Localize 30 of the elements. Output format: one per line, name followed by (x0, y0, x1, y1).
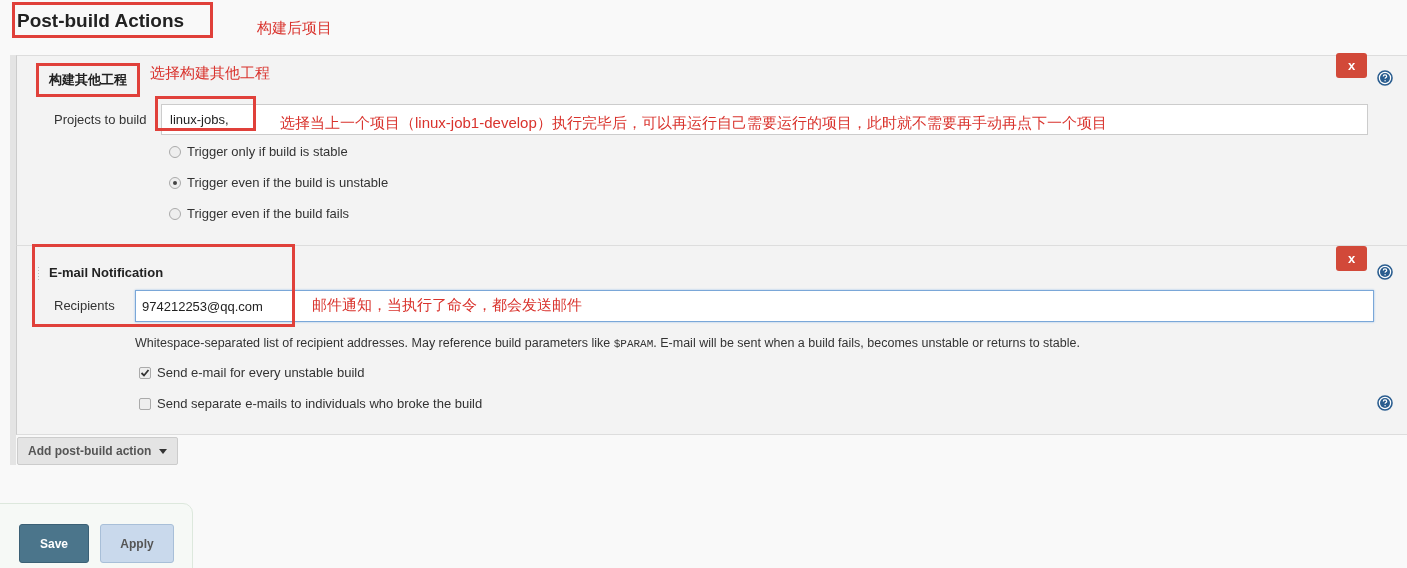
help-text: Whitespace-separated list of recipient addresses. May reference build parameters like $PARAM. E-mail will be sent when a build fails, becomes unstable or returns to stable. (135, 335, 1080, 352)
checkbox[interactable] (139, 367, 151, 379)
help-icon[interactable] (1377, 395, 1393, 411)
radio-label: Trigger only if build is stable (187, 143, 348, 162)
radio-label: Trigger even if the build is unstable (187, 174, 389, 193)
radio-label: Trigger even if the build fails (187, 205, 350, 224)
annotation-text: 选择构建其他工程 (150, 65, 270, 80)
checkbox-label: Send separate e-mails to individuals who broke the build (157, 395, 483, 414)
section-header: E-mail Notification (49, 264, 164, 282)
checkbox[interactable] (139, 398, 151, 410)
caret-icon (159, 448, 168, 454)
save-button[interactable]: Save (19, 524, 89, 563)
section-title: Post-build Actions (17, 10, 185, 32)
radio-button[interactable] (169, 146, 181, 158)
help-icon[interactable] (1377, 70, 1393, 86)
delete-button[interactable]: x (1336, 53, 1367, 78)
add-post-build-action-button[interactable]: Add post-build action (17, 437, 179, 465)
delete-button[interactable]: x (1336, 246, 1367, 271)
annotation-text: 邮件通知，当执行了命令，都会发送邮件 (312, 297, 582, 312)
field-label: Recipients (54, 297, 116, 316)
annotation-text: 选择当上一个项目（linux-job1-develop）执行完毕后，可以再运行自己需要运行的项目，此时就不需要再手动再点下一个项目 (280, 115, 1107, 130)
field-label: Projects to build (54, 110, 148, 129)
annotation-text: 构建后项目 (257, 20, 332, 35)
checkbox-label: Send e-mail for every unstable build (157, 364, 365, 383)
drag-handle-icon[interactable] (37, 265, 41, 280)
radio-button[interactable] (169, 177, 181, 189)
section-header: 构建其他工程 (49, 71, 127, 89)
apply-button[interactable]: Apply (100, 524, 174, 563)
radio-button[interactable] (169, 208, 181, 220)
help-icon[interactable] (1377, 264, 1393, 280)
